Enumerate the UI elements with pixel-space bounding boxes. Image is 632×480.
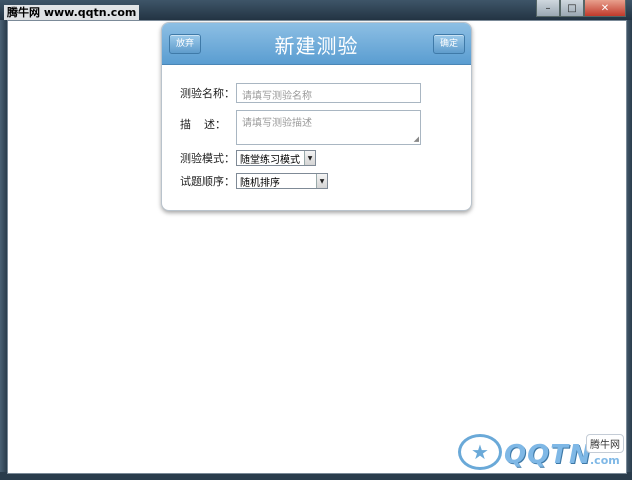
mode-row: 测验模式： 随堂练习模式 ▼ bbox=[180, 150, 316, 166]
question-order-select[interactable]: 随机排序 ▼ bbox=[236, 173, 328, 189]
chevron-down-icon[interactable]: ▼ bbox=[304, 151, 315, 165]
question-order-value: 随机排序 bbox=[240, 177, 280, 189]
minimize-button[interactable]: – bbox=[536, 0, 560, 17]
watermark-brand: QQTN bbox=[504, 440, 592, 470]
new-quiz-dialog: 放弃 新建测验 确定 测验名称： 请填写测验名称 描 述： 请填写测验描述 ◢ … bbox=[161, 22, 472, 211]
description-label: 描 述： bbox=[180, 110, 226, 132]
order-label: 试题顺序： bbox=[180, 175, 235, 188]
watermark-cn: 腾牛网 bbox=[586, 434, 624, 453]
close-button[interactable]: ✕ bbox=[584, 0, 626, 17]
corner-watermark: ★ QQTN .com 腾牛网 bbox=[452, 432, 624, 472]
description-label-a: 描 bbox=[180, 118, 191, 131]
confirm-button[interactable]: 确定 bbox=[432, 34, 465, 54]
watermark-suffix: .com bbox=[590, 454, 620, 467]
chevron-down-icon[interactable]: ▼ bbox=[316, 174, 327, 188]
quiz-mode-value: 随堂练习模式 bbox=[240, 154, 300, 166]
description-label-b: 述： bbox=[204, 118, 226, 131]
dialog-title: 新建测验 bbox=[274, 34, 359, 58]
resize-grip-icon[interactable]: ◢ bbox=[414, 135, 419, 143]
name-row: 测验名称： 请填写测验名称 bbox=[180, 83, 421, 103]
logo-icon: ★ bbox=[458, 434, 502, 470]
quiz-mode-select[interactable]: 随堂练习模式 ▼ bbox=[236, 150, 316, 166]
mode-label: 测验模式： bbox=[180, 152, 235, 165]
name-label: 测验名称： bbox=[180, 87, 235, 100]
description-row: 描 述： 请填写测验描述 ◢ bbox=[180, 110, 421, 145]
window-controls: – □ ✕ bbox=[536, 0, 626, 17]
maximize-button[interactable]: □ bbox=[560, 0, 584, 17]
order-row: 试题顺序： 随机排序 ▼ bbox=[180, 173, 328, 189]
window-left-border bbox=[0, 20, 7, 480]
quiz-name-input[interactable]: 请填写测验名称 bbox=[236, 83, 421, 103]
quiz-description-textarea[interactable]: 请填写测验描述 ◢ bbox=[236, 110, 421, 145]
dialog-header: 放弃 新建测验 确定 bbox=[162, 23, 471, 65]
description-placeholder: 请填写测验描述 bbox=[242, 118, 312, 129]
site-watermark: 腾牛网 www.qqtn.com bbox=[4, 5, 140, 20]
